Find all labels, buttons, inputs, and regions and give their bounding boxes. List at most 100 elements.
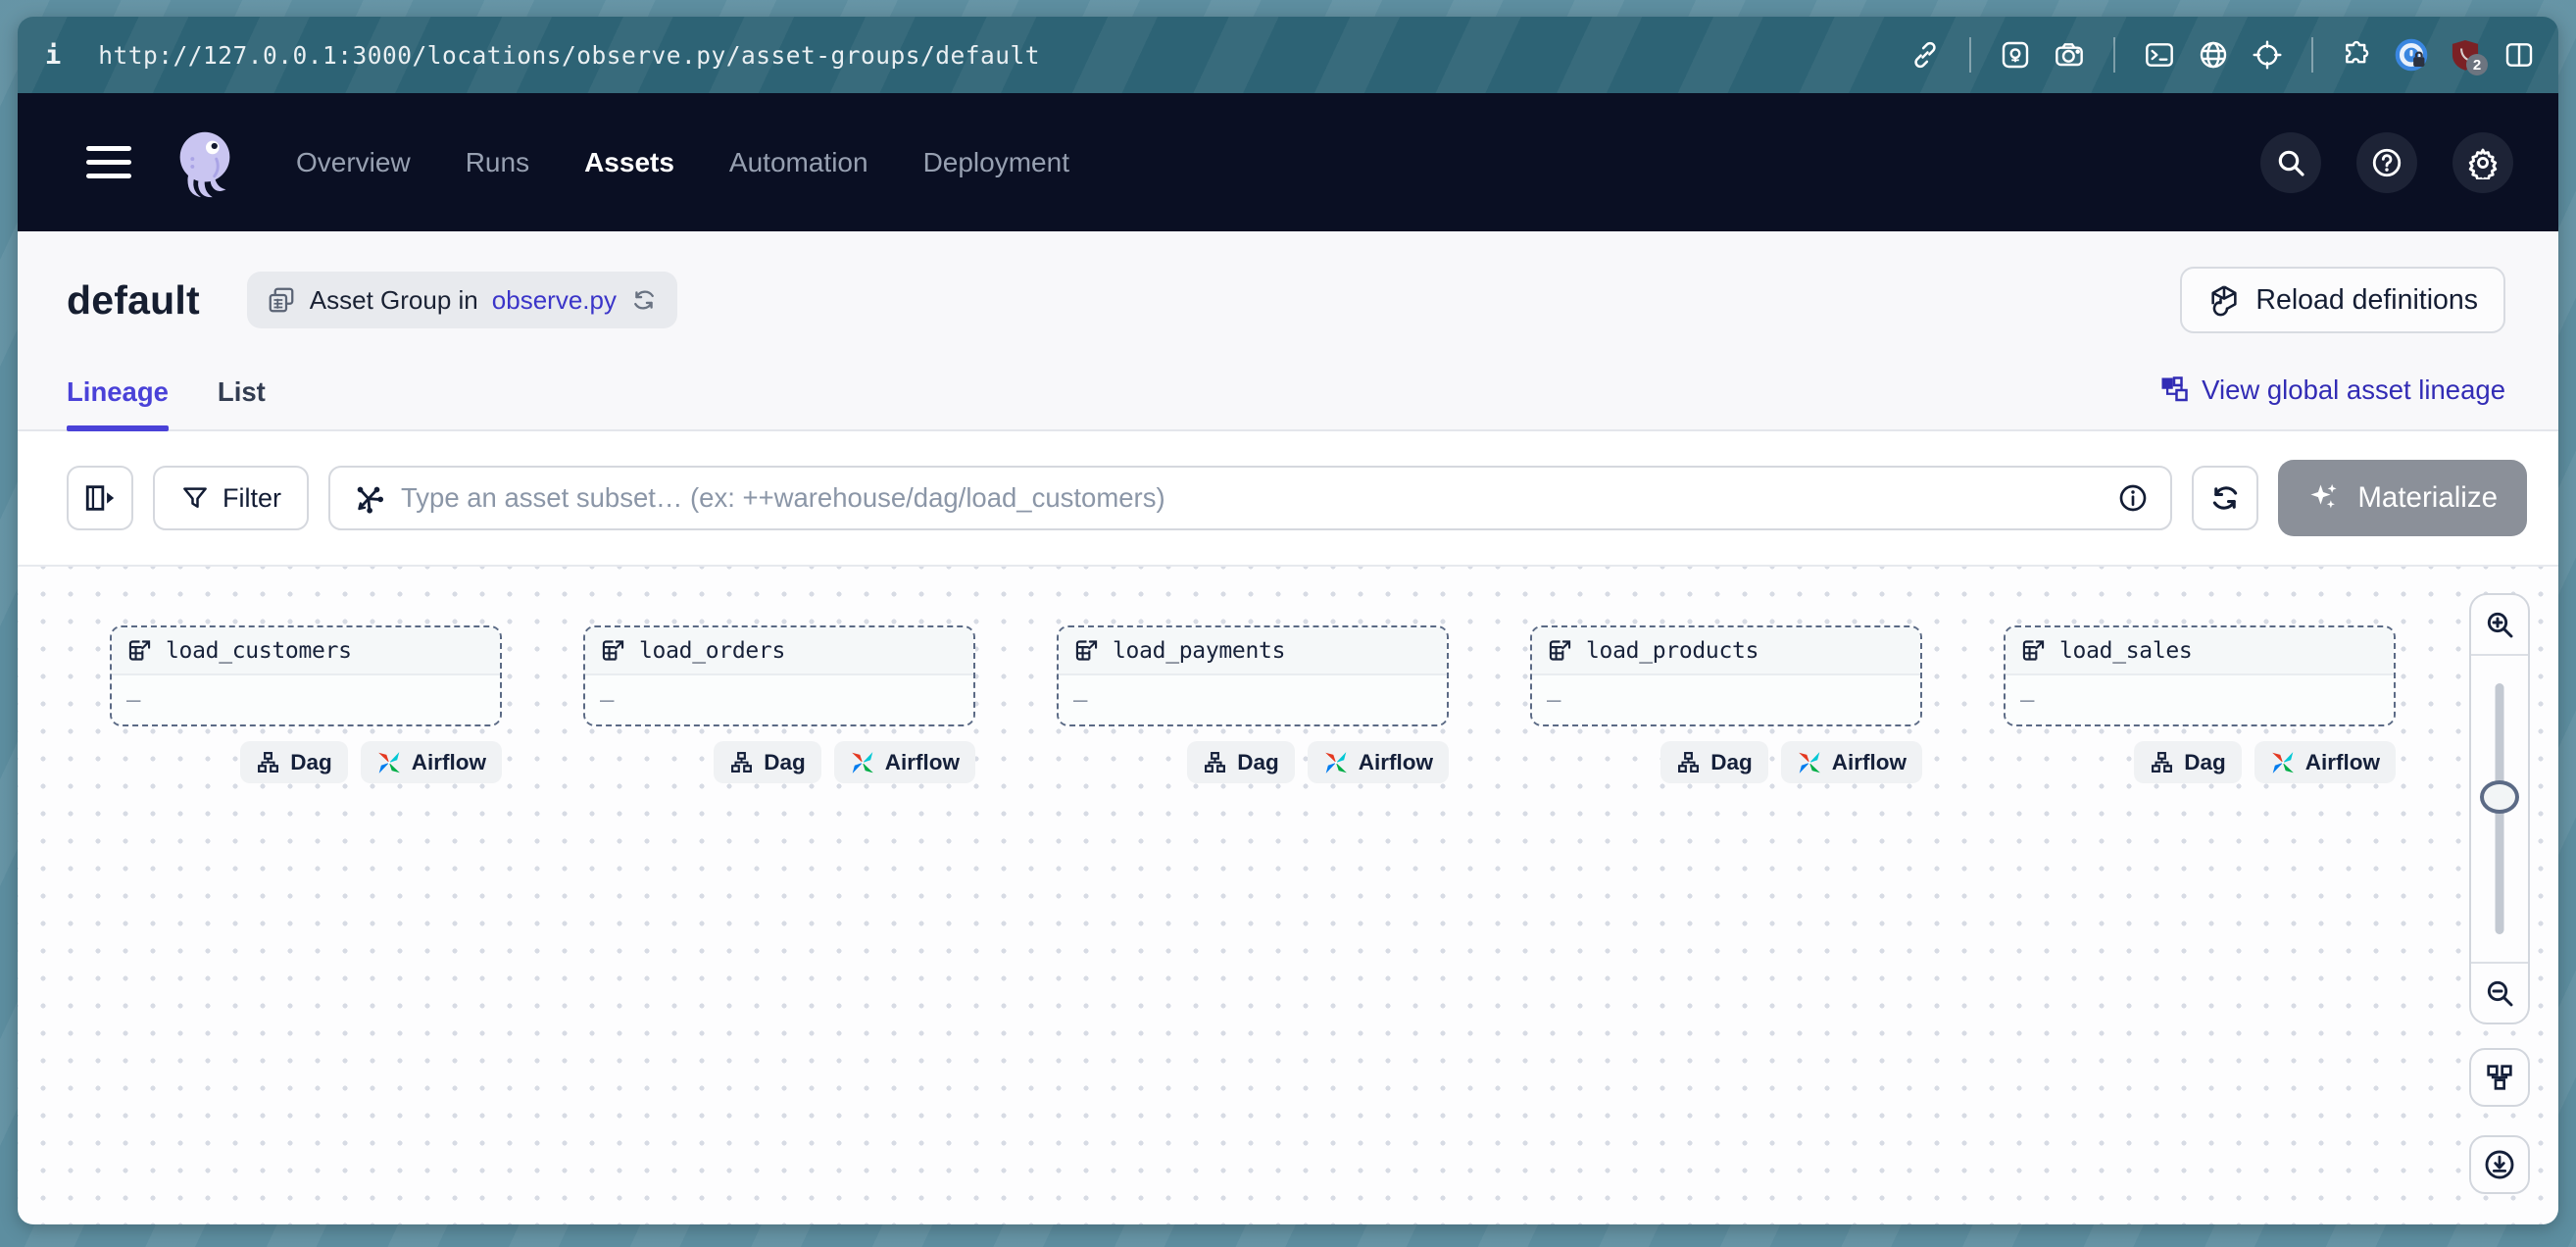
dag-icon: [256, 750, 280, 774]
tag-label: Dag: [290, 750, 332, 775]
password-manager-icon[interactable]: [2396, 39, 2427, 71]
asset-node-body: –: [112, 675, 500, 724]
filter-button[interactable]: Filter: [153, 466, 309, 530]
tag-airflow[interactable]: Airflow: [834, 741, 975, 783]
split-view-icon[interactable]: [2503, 39, 2535, 71]
globe-icon[interactable]: [2198, 39, 2229, 71]
badge-file-link[interactable]: observe.py: [492, 285, 617, 316]
tag-dag[interactable]: Dag: [1660, 741, 1768, 783]
tag-airflow[interactable]: Airflow: [2254, 741, 2396, 783]
asset-node-box[interactable]: load_products –: [1530, 625, 1922, 726]
asset-name: load_sales: [2059, 638, 2192, 664]
page-title: default: [67, 277, 200, 324]
camera-icon[interactable]: [2054, 39, 2085, 71]
settings-gear-button[interactable]: [2452, 132, 2513, 193]
tag-airflow[interactable]: Airflow: [1308, 741, 1449, 783]
screenshot-tool-icon[interactable]: [2000, 39, 2031, 71]
shield-badge-count: 2: [2466, 54, 2488, 75]
open-side-panel-button[interactable]: [67, 466, 133, 530]
reload-definitions-button[interactable]: Reload definitions: [2180, 267, 2505, 333]
dag-icon: [2150, 750, 2174, 774]
zoom-out-icon: [2484, 977, 2515, 1009]
materialize-label: Materialize: [2357, 481, 2498, 515]
asset-node-tags: Dag Airflow: [1057, 741, 1449, 783]
target-picker-icon[interactable]: [2252, 39, 2283, 71]
asset-node-box[interactable]: load_sales –: [2004, 625, 2396, 726]
nav-item-deployment[interactable]: Deployment: [923, 147, 1069, 178]
nav-item-assets[interactable]: Assets: [584, 147, 674, 178]
browser-toolbar-icons: 2: [1909, 37, 2535, 73]
terminal-icon[interactable]: [2144, 39, 2175, 71]
code-location-icon: [267, 285, 296, 315]
asset-node-box[interactable]: load_customers –: [110, 625, 502, 726]
asset-node-tags: Dag Airflow: [110, 741, 502, 783]
nav-item-automation[interactable]: Automation: [729, 147, 868, 178]
tab-lineage[interactable]: Lineage: [67, 376, 169, 429]
asset-node[interactable]: load_sales – Dag Airflow: [2004, 625, 2396, 783]
zoom-in-icon: [2484, 609, 2515, 640]
browser-url-bar[interactable]: i http://127.0.0.1:3000/locations/observ…: [18, 17, 2558, 93]
observable-table-icon: [2020, 637, 2047, 664]
tag-label: Dag: [1710, 750, 1753, 775]
filter-label: Filter: [223, 483, 281, 514]
asset-node-header: load_products: [1532, 627, 1920, 675]
nav-item-runs[interactable]: Runs: [466, 147, 529, 178]
tabs-row: Lineage List View global asset lineage: [18, 333, 2558, 431]
tag-dag[interactable]: Dag: [2134, 741, 2242, 783]
refresh-graph-button[interactable]: [2192, 466, 2258, 530]
asset-node[interactable]: load_products – Dag Airflow: [1530, 625, 1922, 783]
asset-node[interactable]: load_payments – Dag Airflow: [1057, 625, 1449, 783]
menu-icon[interactable]: [86, 146, 131, 178]
nav-links: Overview Runs Assets Automation Deployme…: [296, 147, 1069, 178]
tag-label: Dag: [1237, 750, 1279, 775]
tag-label: Airflow: [412, 750, 486, 775]
copy-link-icon[interactable]: [1909, 39, 1941, 71]
lineage-graph-canvas[interactable]: load_customers – Dag Airflow load_orders …: [18, 567, 2558, 1224]
panel-expand-icon: [83, 481, 117, 515]
asset-node-tags: Dag Airflow: [583, 741, 975, 783]
observable-table-icon: [600, 637, 626, 664]
asset-name: load_payments: [1113, 638, 1285, 664]
tag-label: Airflow: [885, 750, 960, 775]
adblock-shield-icon[interactable]: 2: [2450, 39, 2481, 71]
divider: [2311, 37, 2313, 73]
url-text[interactable]: http://127.0.0.1:3000/locations/observe.…: [98, 41, 1040, 70]
zoom-slider-thumb[interactable]: [2480, 780, 2519, 814]
nav-item-overview[interactable]: Overview: [296, 147, 411, 178]
asset-status-value: –: [1547, 686, 1560, 714]
materialize-button[interactable]: Materialize: [2278, 460, 2527, 536]
tag-label: Dag: [764, 750, 806, 775]
tab-list[interactable]: List: [218, 376, 266, 429]
sync-status-icon[interactable]: [630, 286, 658, 314]
dag-icon: [729, 750, 754, 774]
help-button[interactable]: [2356, 132, 2417, 193]
tag-airflow[interactable]: Airflow: [361, 741, 502, 783]
asset-node[interactable]: load_customers – Dag Airflow: [110, 625, 502, 783]
rearrange-layout-button[interactable]: [2469, 1048, 2530, 1107]
tag-label: Airflow: [2305, 750, 2380, 775]
asset-node-box[interactable]: load_payments –: [1057, 625, 1449, 726]
zoom-out-button[interactable]: [2471, 962, 2528, 1023]
search-button[interactable]: [2260, 132, 2321, 193]
observable-table-icon: [1547, 637, 1573, 664]
dagster-logo[interactable]: [167, 125, 243, 201]
tag-label: Airflow: [1832, 750, 1907, 775]
asset-node[interactable]: load_orders – Dag Airflow: [583, 625, 975, 783]
airflow-icon: [850, 750, 875, 775]
zoom-controls: [2469, 593, 2530, 1024]
site-info-icon[interactable]: i: [45, 40, 61, 71]
tag-dag[interactable]: Dag: [1187, 741, 1295, 783]
zoom-slider[interactable]: [2471, 656, 2528, 962]
tag-dag[interactable]: Dag: [714, 741, 821, 783]
zoom-in-button[interactable]: [2471, 595, 2528, 656]
view-global-asset-lineage-label: View global asset lineage: [2202, 374, 2505, 406]
info-icon[interactable]: [2117, 482, 2149, 514]
download-image-button[interactable]: [2469, 1135, 2530, 1194]
view-global-asset-lineage-link[interactable]: View global asset lineage: [2159, 374, 2505, 429]
tag-dag[interactable]: Dag: [240, 741, 348, 783]
tag-airflow[interactable]: Airflow: [1781, 741, 1922, 783]
airflow-icon: [2270, 750, 2296, 775]
asset-subset-input[interactable]: Type an asset subset… (ex: ++warehouse/d…: [328, 466, 2172, 530]
asset-node-box[interactable]: load_orders –: [583, 625, 975, 726]
extensions-puzzle-icon[interactable]: [2342, 39, 2373, 71]
